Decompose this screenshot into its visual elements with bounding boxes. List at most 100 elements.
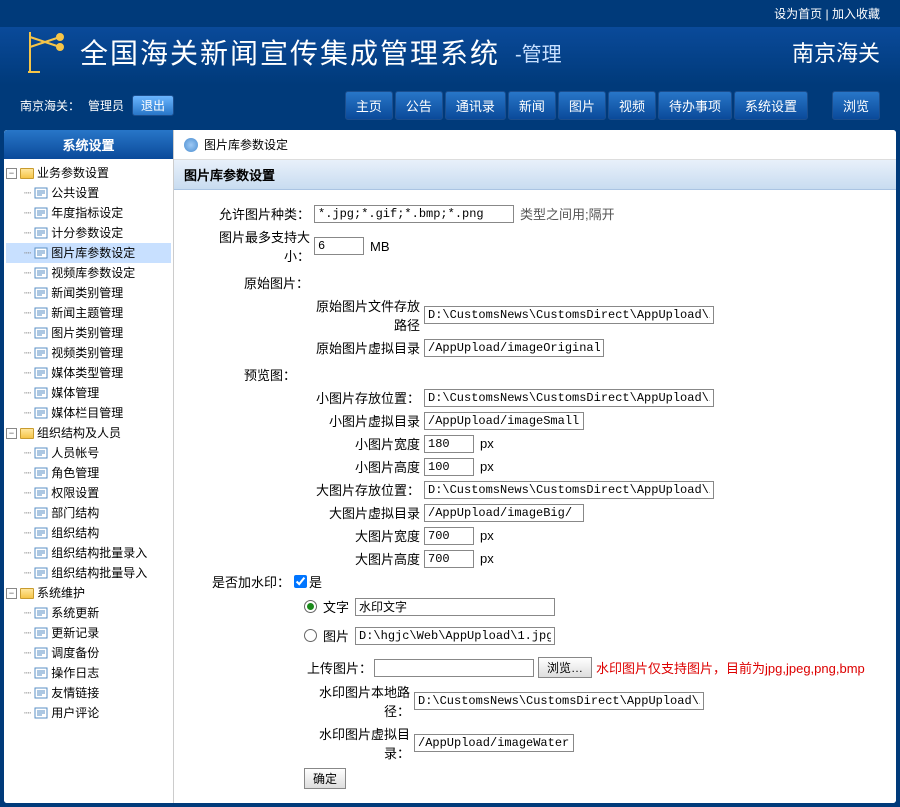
tree-item-组织结构批量导入[interactable]: ┈组织结构批量导入 — [6, 563, 171, 583]
label-wm-img: 图片 — [323, 626, 349, 645]
minus-icon[interactable]: − — [6, 168, 17, 179]
input-wmlocal[interactable] — [414, 692, 704, 710]
doc-icon — [34, 607, 48, 619]
nav-新闻[interactable]: 新闻 — [508, 91, 556, 120]
label-wmvirt: 水印图片虚拟目录： — [304, 724, 414, 762]
tree-item-视频库参数设定[interactable]: ┈视频库参数设定 — [6, 263, 171, 283]
doc-icon — [34, 267, 48, 279]
radio-wm-img[interactable] — [304, 629, 317, 642]
doc-icon — [34, 407, 48, 419]
tree-item-部门结构[interactable]: ┈部门结构 — [6, 503, 171, 523]
doc-icon — [34, 367, 48, 379]
tree-item-权限设置[interactable]: ┈权限设置 — [6, 483, 171, 503]
doc-icon — [34, 327, 48, 339]
input-origpath[interactable] — [424, 306, 714, 324]
nav-浏览[interactable]: 浏览 — [832, 91, 880, 120]
nav-图片[interactable]: 图片 — [558, 91, 606, 120]
label-smallpath: 小图片存放位置： — [304, 388, 424, 407]
tree-item-系统更新[interactable]: ┈系统更新 — [6, 603, 171, 623]
input-smallpath[interactable] — [424, 389, 714, 407]
nav-通讯录[interactable]: 通讯录 — [445, 91, 506, 120]
unit-mb: MB — [370, 239, 390, 254]
tree-folder-系统维护[interactable]: −系统维护 — [6, 583, 171, 603]
tree-folder-业务参数设置[interactable]: −业务参数设置 — [6, 163, 171, 183]
nav-待办事项[interactable]: 待办事项 — [658, 91, 732, 120]
main-panel: 图片库参数设定 图片库参数设置 允许图片种类： 类型之间用;隔开 图片最多支持大… — [174, 130, 896, 803]
folder-icon — [20, 428, 34, 439]
input-wm-text[interactable] — [355, 598, 555, 616]
input-allowtypes[interactable] — [314, 205, 514, 223]
input-smallh[interactable] — [424, 458, 474, 476]
minus-icon[interactable]: − — [6, 588, 17, 599]
tree-item-图片库参数设定[interactable]: ┈图片库参数设定 — [6, 243, 171, 263]
label-bigvirt: 大图片虚拟目录 — [304, 503, 424, 522]
doc-icon — [34, 627, 48, 639]
input-bigh[interactable] — [424, 550, 474, 568]
input-origvirt[interactable] — [424, 339, 604, 357]
user-role: 管理员 — [88, 97, 124, 114]
doc-icon — [34, 287, 48, 299]
label-origpath: 原始图片文件存放路径 — [304, 296, 424, 334]
tree-item-年度指标设定[interactable]: ┈年度指标设定 — [6, 203, 171, 223]
tree-item-操作日志[interactable]: ┈操作日志 — [6, 663, 171, 683]
hint-upload: 水印图片仅支持图片，目前为jpg,jpeg,png,bmp — [596, 658, 865, 677]
tree-item-图片类别管理[interactable]: ┈图片类别管理 — [6, 323, 171, 343]
tree-item-视频类别管理[interactable]: ┈视频类别管理 — [6, 343, 171, 363]
link-addfav[interactable]: 加入收藏 — [832, 7, 880, 21]
tree-item-友情链接[interactable]: ┈友情链接 — [6, 683, 171, 703]
doc-icon — [34, 507, 48, 519]
doc-icon — [34, 347, 48, 359]
doc-icon — [34, 207, 48, 219]
input-bigw[interactable] — [424, 527, 474, 545]
tree-item-组织结构批量录入[interactable]: ┈组织结构批量录入 — [6, 543, 171, 563]
tree-item-角色管理[interactable]: ┈角色管理 — [6, 463, 171, 483]
label-smallvirt: 小图片虚拟目录 — [304, 411, 424, 430]
nav-系统设置[interactable]: 系统设置 — [734, 91, 808, 120]
tree-item-组织结构[interactable]: ┈组织结构 — [6, 523, 171, 543]
submit-button[interactable]: 确定 — [304, 768, 346, 789]
tree-item-新闻类别管理[interactable]: ┈新闻类别管理 — [6, 283, 171, 303]
tree-item-公共设置[interactable]: ┈公共设置 — [6, 183, 171, 203]
tree-item-人员帐号[interactable]: ┈人员帐号 — [6, 443, 171, 463]
tree-item-媒体管理[interactable]: ┈媒体管理 — [6, 383, 171, 403]
folder-icon — [20, 588, 34, 599]
doc-icon — [34, 667, 48, 679]
radio-wm-text[interactable] — [304, 600, 317, 613]
input-smallvirt[interactable] — [424, 412, 584, 430]
doc-icon — [34, 527, 48, 539]
input-upload[interactable] — [374, 659, 534, 677]
tree-item-媒体类型管理[interactable]: ┈媒体类型管理 — [6, 363, 171, 383]
tree-folder-组织结构及人员[interactable]: −组织结构及人员 — [6, 423, 171, 443]
nav-公告[interactable]: 公告 — [395, 91, 443, 120]
tree-item-新闻主题管理[interactable]: ┈新闻主题管理 — [6, 303, 171, 323]
label-wm-yes: 是 — [309, 572, 322, 591]
nav-主页[interactable]: 主页 — [345, 91, 393, 120]
tree-item-用户评论[interactable]: ┈用户评论 — [6, 703, 171, 723]
input-bigpath[interactable] — [424, 481, 714, 499]
checkbox-watermark[interactable] — [294, 575, 307, 588]
doc-icon — [34, 467, 48, 479]
sidebar-title: 系统设置 — [4, 130, 173, 159]
logout-button[interactable]: 退出 — [132, 95, 174, 116]
label-smallw: 小图片宽度 — [304, 434, 424, 453]
label-wm-text: 文字 — [323, 597, 349, 616]
doc-icon — [34, 567, 48, 579]
input-wmvirt[interactable] — [414, 734, 574, 752]
tree-item-调度备份[interactable]: ┈调度备份 — [6, 643, 171, 663]
tree-item-更新记录[interactable]: ┈更新记录 — [6, 623, 171, 643]
input-bigvirt[interactable] — [424, 504, 584, 522]
input-wm-img[interactable] — [355, 627, 555, 645]
input-smallw[interactable] — [424, 435, 474, 453]
input-maxsize[interactable] — [314, 237, 364, 255]
doc-icon — [34, 647, 48, 659]
tree-item-计分参数设定[interactable]: ┈计分参数设定 — [6, 223, 171, 243]
nav-视频[interactable]: 视频 — [608, 91, 656, 120]
doc-icon — [34, 547, 48, 559]
user-org: 南京海关： — [20, 97, 80, 114]
link-sethome[interactable]: 设为首页 — [774, 7, 822, 21]
browse-button[interactable]: 浏览… — [538, 657, 592, 678]
doc-icon — [34, 447, 48, 459]
minus-icon[interactable]: − — [6, 428, 17, 439]
tree: −业务参数设置┈公共设置┈年度指标设定┈计分参数设定┈图片库参数设定┈视频库参数… — [4, 159, 173, 727]
tree-item-媒体栏目管理[interactable]: ┈媒体栏目管理 — [6, 403, 171, 423]
